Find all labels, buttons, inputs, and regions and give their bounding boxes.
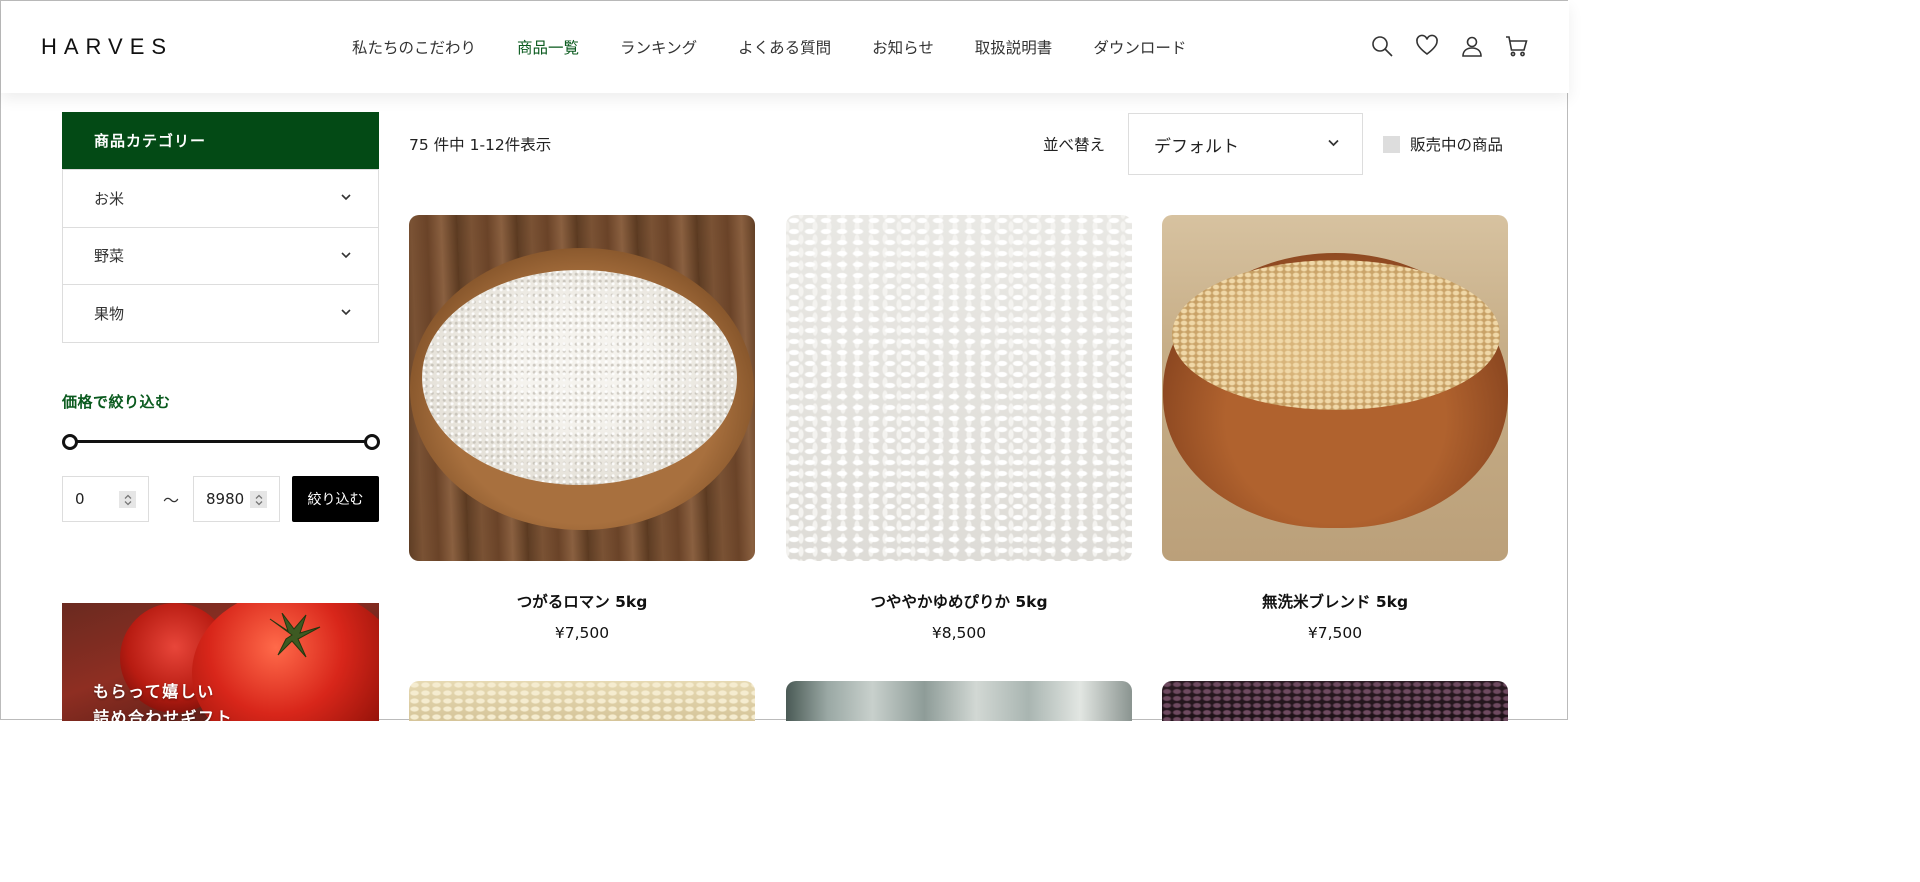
product-name[interactable]: つがるロマン 5kg xyxy=(409,590,755,612)
product-image[interactable] xyxy=(409,215,755,561)
gift-banner[interactable]: もらって嬉しい 詰め合わせギフト xyxy=(62,603,379,721)
rice-image xyxy=(1172,260,1500,410)
onsale-checkbox[interactable] xyxy=(1383,135,1400,153)
nav-item-manual[interactable]: 取扱説明書 xyxy=(975,36,1053,58)
rice-image xyxy=(422,270,737,485)
filter-button[interactable]: 絞り込む xyxy=(292,476,379,522)
category-item-rice[interactable]: お米 xyxy=(63,169,378,227)
sort-label: 並べ替え xyxy=(1043,136,1106,154)
onsale-label: 販売中の商品 xyxy=(1410,136,1504,154)
product-price: ¥7,500 xyxy=(1307,624,1363,642)
chevron-down-icon xyxy=(340,304,352,322)
min-price-value: 0 xyxy=(75,490,85,508)
product-name[interactable]: 無洗米ブレンド 5kg xyxy=(1162,590,1508,612)
max-price-value: 8980 xyxy=(206,490,245,508)
range-separator: 〜 xyxy=(162,491,179,510)
user-icon[interactable] xyxy=(1460,34,1484,58)
category-label: 野菜 xyxy=(94,247,125,266)
product-card[interactable]: 無洗米ブレンド 5kg ¥7,500 xyxy=(1162,215,1508,642)
max-price-input[interactable]: 8980 xyxy=(193,476,280,522)
min-price-input[interactable]: 0 xyxy=(62,476,149,522)
onsale-filter[interactable]: 販売中の商品 xyxy=(1383,133,1503,155)
header-actions xyxy=(1370,34,1529,58)
category-item-vegetables[interactable]: 野菜 xyxy=(63,226,378,285)
main-nav: 私たちのこだわり 商品一覧 ランキング よくある質問 お知らせ 取扱説明書 ダウ… xyxy=(352,36,1227,58)
category-item-fruit[interactable]: 果物 xyxy=(63,284,378,342)
product-image[interactable] xyxy=(786,215,1132,561)
tomato-stem-image xyxy=(269,613,321,658)
banner-text: もらって嬉しい 詰め合わせギフト xyxy=(93,679,233,721)
category-list: お米 野菜 果物 xyxy=(62,169,379,343)
site-logo[interactable]: HARVES xyxy=(41,34,173,60)
spinner-icon[interactable] xyxy=(250,491,267,508)
banner-line-1: もらって嬉しい xyxy=(93,682,215,701)
chevron-down-icon xyxy=(340,247,352,265)
site-header: HARVES 私たちのこだわり 商品一覧 ランキング よくある質問 お知らせ 取… xyxy=(1,1,1569,93)
nav-item-download[interactable]: ダウンロード xyxy=(1093,36,1186,58)
product-image[interactable] xyxy=(409,681,755,721)
slider-handle-min[interactable] xyxy=(62,434,78,450)
category-title: 商品カテゴリー xyxy=(62,112,379,169)
price-filter-title: 価格で絞り込む xyxy=(62,393,171,411)
cart-icon[interactable] xyxy=(1505,34,1529,58)
slider-handle-max[interactable] xyxy=(364,434,380,450)
product-image[interactable] xyxy=(1162,215,1508,561)
result-count: 75 件中 1-12件表示 xyxy=(409,136,552,154)
category-label: お米 xyxy=(94,189,125,208)
chevron-down-icon xyxy=(1327,134,1340,154)
product-price: ¥8,500 xyxy=(931,624,987,642)
nav-item-news[interactable]: お知らせ xyxy=(872,36,934,58)
slider-track xyxy=(69,440,373,443)
nav-item-faq[interactable]: よくある質問 xyxy=(738,36,831,58)
product-image[interactable] xyxy=(1162,681,1508,721)
price-inputs: 0 〜 8980 絞り込む xyxy=(62,476,379,522)
nav-item-ranking[interactable]: ランキング xyxy=(620,36,697,58)
product-card[interactable]: つややかゆめぴりか 5kg ¥8,500 xyxy=(786,215,1132,642)
product-name[interactable]: つややかゆめぴりか 5kg xyxy=(786,590,1132,612)
sort-select[interactable]: デフォルト xyxy=(1128,113,1363,175)
price-range-slider[interactable] xyxy=(62,434,380,450)
product-card[interactable]: つがるロマン 5kg ¥7,500 xyxy=(409,215,755,642)
product-image[interactable] xyxy=(786,681,1132,721)
nav-item-kodawari[interactable]: 私たちのこだわり xyxy=(352,36,476,58)
chevron-down-icon xyxy=(340,189,352,207)
search-icon[interactable] xyxy=(1370,34,1394,58)
sidebar: 商品カテゴリー お米 野菜 果物 xyxy=(62,112,379,343)
spinner-icon[interactable] xyxy=(119,491,136,508)
product-price: ¥7,500 xyxy=(554,624,610,642)
banner-line-2: 詰め合わせギフト xyxy=(93,708,234,721)
heart-icon[interactable] xyxy=(1415,34,1439,58)
category-label: 果物 xyxy=(94,304,125,323)
sort-value: デフォルト xyxy=(1154,136,1239,157)
nav-item-products[interactable]: 商品一覧 xyxy=(517,36,579,58)
